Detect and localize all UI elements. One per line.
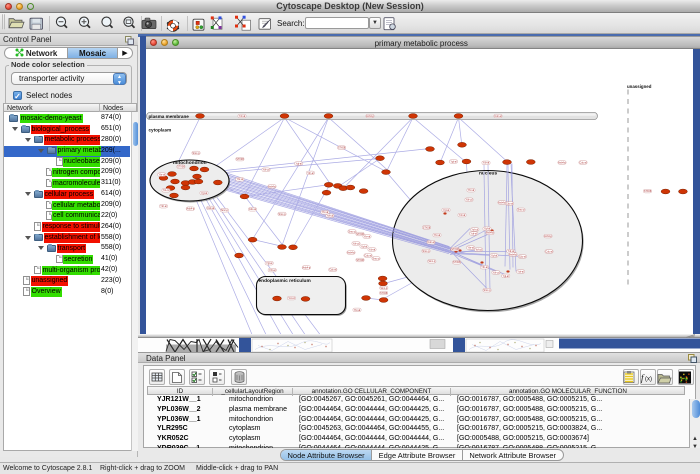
svg-text:Ydr-al: Ydr-al	[369, 248, 376, 251]
svg-text:Anb4-p: Anb4-p	[268, 185, 276, 188]
svg-text:Smc-p: Smc-p	[428, 260, 436, 263]
svg-text:STX08: STX08	[356, 258, 364, 261]
svg-text:Cdc-al: Cdc-al	[428, 241, 435, 244]
svg-text:Ybr-al: Ybr-al	[159, 173, 166, 176]
svg-text:Smc-p: Smc-p	[221, 209, 229, 212]
svg-text:STX08: STX08	[177, 165, 185, 168]
svg-text:Cdc-al: Cdc-al	[495, 114, 502, 117]
svg-text:Ygl-al: Ygl-al	[484, 227, 491, 230]
svg-text:Ybr-al: Ybr-al	[481, 266, 488, 269]
svg-text:plasma membrane: plasma membrane	[149, 114, 190, 119]
svg-text:Ydr-al: Ydr-al	[471, 232, 478, 235]
svg-text:Ygl-al: Ygl-al	[201, 191, 208, 194]
svg-text:(x): (x)	[645, 377, 652, 383]
svg-text:STX08: STX08	[453, 261, 461, 264]
svg-text:Anb4-p: Anb4-p	[509, 253, 517, 256]
svg-text:Cdc-al: Cdc-al	[506, 202, 513, 205]
svg-text:Ydr-al: Ydr-al	[160, 205, 167, 208]
svg-text:Anb4-p: Anb4-p	[544, 235, 552, 238]
svg-text:Ygl-al: Ygl-al	[450, 160, 457, 163]
svg-text:Smc-p: Smc-p	[380, 286, 388, 289]
svg-text:Ybr-al: Ybr-al	[237, 178, 244, 181]
svg-text:Anb4-p: Anb4-p	[186, 207, 194, 210]
svg-text:Ydr-al: Ydr-al	[459, 214, 466, 217]
svg-text:Ygl-al: Ygl-al	[296, 162, 303, 165]
svg-text:Smc-p: Smc-p	[518, 208, 526, 211]
svg-text:Cdc-al: Cdc-al	[329, 268, 336, 271]
svg-text:Smc-p: Smc-p	[484, 289, 492, 292]
svg-text:endoplasmic reticulum: endoplasmic reticulum	[259, 278, 311, 284]
svg-text:Yol-cd: Yol-cd	[472, 228, 479, 231]
svg-text:Ygl-al: Ygl-al	[503, 274, 510, 277]
svg-text:cytoplasm: cytoplasm	[149, 127, 172, 132]
svg-text:STX08: STX08	[236, 158, 244, 161]
svg-text:unassigned: unassigned	[627, 84, 652, 89]
svg-text:Ybr-al: Ybr-al	[468, 189, 475, 192]
svg-text:Cdc-al: Cdc-al	[580, 161, 587, 164]
svg-text:Anb4-p: Anb4-p	[302, 266, 310, 269]
svg-text:Ygl-al: Ygl-al	[361, 245, 368, 248]
svg-text:Yol-cd: Yol-cd	[327, 214, 334, 217]
svg-text:STX08: STX08	[644, 190, 652, 193]
svg-text:Ygl-al: Ygl-al	[266, 262, 273, 265]
svg-text:Yol-cd: Yol-cd	[466, 198, 473, 201]
svg-text:Smc-p: Smc-p	[279, 212, 287, 215]
svg-text:Ydr-al: Ydr-al	[483, 161, 490, 164]
svg-text:Yol-cd: Yol-cd	[163, 189, 170, 192]
svg-text:Ybr-al: Ybr-al	[468, 246, 475, 249]
svg-text:Cdc-al: Cdc-al	[249, 208, 256, 211]
svg-text:Cdc-al: Cdc-al	[365, 254, 372, 257]
svg-text:Ydr-al: Ydr-al	[307, 171, 314, 174]
svg-text:Ygl-al: Ygl-al	[443, 208, 450, 211]
svg-text:Smc-p: Smc-p	[373, 257, 381, 260]
svg-text:Yol-cd: Yol-cd	[475, 248, 482, 251]
svg-text:Anb4-p: Anb4-p	[486, 231, 494, 234]
svg-text:Ybr-al: Ybr-al	[354, 308, 361, 311]
svg-text:Cdc-al: Cdc-al	[207, 206, 214, 209]
svg-text:STX08: STX08	[380, 291, 388, 294]
svg-text:Anb4-p: Anb4-p	[347, 251, 355, 254]
svg-text:Yol-cd: Yol-cd	[353, 242, 360, 245]
svg-text:Ydr-al: Ydr-al	[239, 114, 246, 117]
svg-text:STX08: STX08	[338, 146, 346, 149]
svg-text:Cdc-al: Cdc-al	[519, 255, 526, 258]
svg-text:Ygl-al: Ygl-al	[491, 254, 498, 257]
svg-text:Yol-cd: Yol-cd	[288, 297, 295, 300]
svg-text:Cdc-al: Cdc-al	[546, 250, 553, 253]
svg-text:Smc-p: Smc-p	[423, 249, 431, 252]
svg-text:Smc-p: Smc-p	[193, 151, 201, 154]
svg-text:STX08: STX08	[451, 248, 459, 251]
svg-text:Ydr-al: Ydr-al	[517, 270, 524, 273]
svg-text:Yol-cd: Yol-cd	[263, 168, 270, 171]
svg-text:STX08: STX08	[423, 226, 431, 229]
svg-text:Anb4-p: Anb4-p	[558, 161, 566, 164]
svg-text:Yol-cd: Yol-cd	[493, 271, 500, 274]
svg-text:Smc-p: Smc-p	[349, 230, 357, 233]
svg-text:Anb4-p: Anb4-p	[366, 114, 374, 117]
svg-text:Ybr-al: Ybr-al	[434, 234, 441, 237]
svg-text:Ydr-al: Ydr-al	[269, 269, 276, 272]
svg-text:Ybr-al: Ybr-al	[364, 235, 371, 238]
